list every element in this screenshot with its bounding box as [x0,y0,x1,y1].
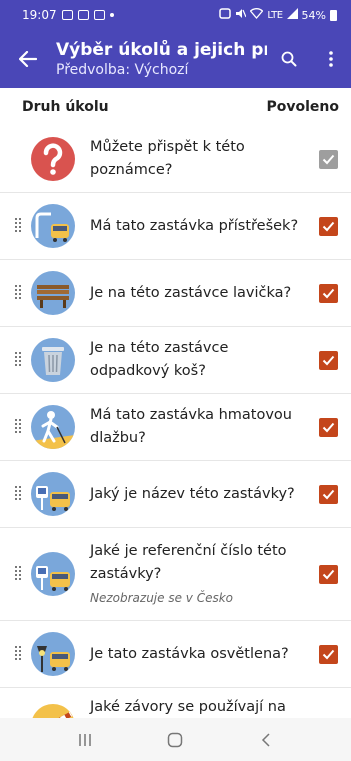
trash-bin-icon [31,338,75,382]
system-navigation-bar [0,718,351,761]
check-icon [322,489,335,499]
question-mark-icon [31,137,75,181]
quest-text-block: Jaké je referenční číslo této zastávky? … [90,540,307,608]
list-item: Má tato zastávka hmatovou dlažbu? [0,394,351,461]
check-icon [322,154,335,164]
back-nav-button[interactable] [241,718,291,761]
drag-handle-icon[interactable] [15,218,21,234]
bus-stop-lit-icon [31,632,75,676]
enabled-checkbox[interactable] [319,484,338,504]
alarm-icon [219,8,232,22]
quest-title: Jaké je referenční číslo této zastávky? [90,543,287,582]
drag-handle-icon[interactable] [15,285,21,301]
quest-list[interactable]: Můžete přispět k této poznámce? Má tato … [0,126,351,718]
bus-stop-name-icon [31,472,75,516]
battery-icon [330,9,337,21]
page-title: Výběr úkolů a jejich pr… [56,40,267,60]
check-icon [322,422,335,432]
quest-title: Je na této zastávce lavička? [90,284,292,301]
list-item: Má tato zastávka přístřešek? [0,193,351,260]
mute-icon [235,8,247,22]
check-icon [322,649,335,659]
arrow-left-icon [19,51,37,67]
column-header: Druh úkolu Povoleno [0,88,351,126]
quest-title: Můžete přispět k této poznámce? [90,139,245,178]
recent-apps-button[interactable] [60,718,110,761]
list-item: Jaký je název této zastávky? [0,461,351,528]
list-item: Můžete přispět k této poznámce? [0,126,351,193]
quest-title: Jaké závory se používají na tomto železn… [90,699,286,715]
list-item: Je na této zastávce lavička? [0,260,351,327]
status-bar: 19:07 LTE 54% [0,0,351,30]
battery-percent: 54% [301,8,326,22]
status-right: LTE 54% [219,8,337,22]
quest-title: Je na této zastávce odpadkový koš? [90,340,229,379]
enabled-checkbox[interactable] [319,216,338,236]
home-icon [168,732,183,747]
list-item: Jaké je referenční číslo této zastávky? … [0,528,351,621]
screen: 19:07 LTE 54% Výběr úkolů a jejich pr… P… [0,0,351,761]
drag-handle-icon[interactable] [15,566,21,582]
list-item: Je tato zastávka osvětlena? [0,621,351,688]
quest-title: Je tato zastávka osvětlena? [90,645,289,662]
app-bar: Výběr úkolů a jejich pr… Předvolba: Vých… [0,30,351,88]
enabled-checkbox[interactable] [319,350,338,370]
gallery-notification-icon [61,10,73,20]
text-notification-icon [77,10,89,20]
railway-crossing-barrier-icon [31,704,75,718]
enabled-checkbox[interactable] [319,283,338,303]
search-button[interactable] [267,30,311,88]
recent-apps-icon [79,733,91,746]
network-type: LTE [267,9,283,21]
drag-handle-icon[interactable] [15,646,21,662]
drag-handle-icon[interactable] [15,486,21,502]
quest-title: Jaký je název této zastávky? [90,485,295,502]
enabled-checkbox[interactable] [319,564,338,584]
check-icon [322,569,335,579]
bench-icon [31,271,75,315]
tactile-paving-icon [31,405,75,449]
signal-icon [286,8,298,22]
check-icon [322,221,335,231]
home-button[interactable] [150,718,200,761]
bus-stop-ref-icon [31,552,75,596]
list-item: Je na této zastávce odpadkový koš? [0,327,351,394]
app-notification-icon [93,10,105,20]
back-button[interactable] [0,30,56,88]
drag-handle-icon[interactable] [15,352,21,368]
column-header-quest-type: Druh úkolu [22,99,109,115]
page-subtitle: Předvolba: Výchozí [56,62,189,78]
wifi-icon [250,8,264,22]
search-icon [281,51,297,67]
chevron-left-icon [261,732,270,747]
column-header-enabled: Povoleno [266,99,339,115]
status-left: 19:07 [22,8,114,22]
more-vert-icon [329,51,333,67]
check-icon [322,288,335,298]
bus-shelter-icon [31,204,75,248]
more-notifications-icon [109,13,114,17]
quest-note: Nezobrazuje se v Česko [90,591,234,605]
quest-title: Má tato zastávka hmatovou dlažbu? [90,407,292,446]
list-item: Jaké závory se používají na tomto železn… [0,688,351,718]
enabled-checkbox[interactable] [319,644,338,664]
check-icon [322,355,335,365]
enabled-checkbox [319,149,338,169]
status-time: 19:07 [22,8,57,22]
overflow-menu-button[interactable] [311,30,351,88]
enabled-checkbox[interactable] [319,417,338,437]
drag-handle-icon[interactable] [15,419,21,435]
app-bar-titles: Výběr úkolů a jejich pr… Předvolba: Vých… [56,40,267,78]
quest-title: Má tato zastávka přístřešek? [90,217,299,234]
